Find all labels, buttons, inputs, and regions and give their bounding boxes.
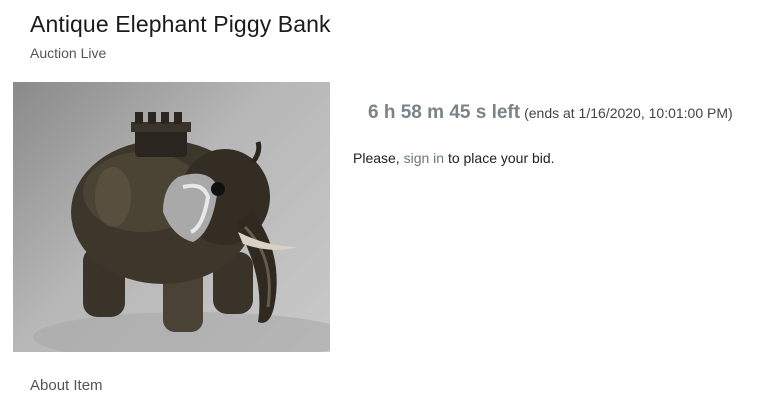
auction-end-time: (ends at 1/16/2020, 10:01:00 PM) xyxy=(524,105,733,121)
auction-status: Auction Live xyxy=(30,45,107,61)
auction-item-page: Antique Elephant Piggy Bank Auction Live xyxy=(0,0,769,409)
bid-prompt-suffix: to place your bid. xyxy=(444,150,555,166)
item-title: Antique Elephant Piggy Bank xyxy=(30,11,331,37)
bid-prompt: Please, sign in to place your bid. xyxy=(353,150,555,166)
item-photo xyxy=(13,82,330,352)
auction-timer: 6 h 58 m 45 s left (ends at 1/16/2020, 10… xyxy=(368,102,733,124)
tab-about-item[interactable]: About Item xyxy=(30,377,103,394)
bid-prompt-prefix: Please, xyxy=(353,150,404,166)
elephant-bank-illustration xyxy=(33,112,330,352)
countdown-timer: 6 h 58 m 45 s left xyxy=(368,102,521,123)
sign-in-link[interactable]: sign in xyxy=(404,150,444,166)
